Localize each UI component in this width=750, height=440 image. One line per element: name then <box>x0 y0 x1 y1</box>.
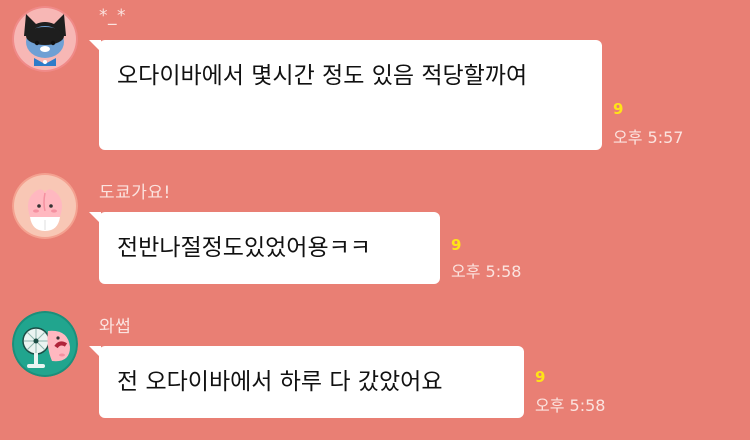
message-text: 오다이바에서 몇시간 정도 있음 적당할까여 <box>117 63 528 89</box>
message-time: 오후 5:58 <box>451 262 522 281</box>
message-bubble[interactable]: 전 오다이바에서 하루 다 갔았어요 <box>89 346 524 418</box>
unread-count: 9 <box>535 368 546 386</box>
chat-message: 도쿄가요! 전반나절정도있었어용ㅋㅋ 9 오후 5:58 <box>0 160 750 290</box>
chat-message: *_* 오다이바에서 몇시간 정도 있음 적당할까여 9 오후 5:57 <box>0 0 750 160</box>
message-time: 오후 5:58 <box>535 396 606 415</box>
message-text: 전 오다이바에서 하루 다 갔았어요 <box>117 369 443 395</box>
unread-count: 9 <box>451 236 462 254</box>
ryan-avatar[interactable] <box>12 6 78 72</box>
chat-message: 와썹 전 오다이바에서 하루 다 갔았어요 9 오후 5:58 <box>0 290 750 440</box>
apeach-avatar[interactable] <box>12 173 78 239</box>
message-text: 전반나절정도있었어용ㅋㅋ <box>117 235 371 261</box>
message-bubble[interactable]: 오다이바에서 몇시간 정도 있음 적당할까여 <box>89 40 602 150</box>
sender-name: *_* <box>99 6 126 26</box>
apeach-fan-avatar[interactable] <box>12 311 78 377</box>
message-time: 오후 5:57 <box>613 128 684 147</box>
bubble-tail <box>89 40 101 52</box>
sender-name: 와썹 <box>99 317 132 337</box>
sender-name: 도쿄가요! <box>99 183 171 203</box>
bubble-tail <box>89 212 101 224</box>
message-bubble[interactable]: 전반나절정도있었어용ㅋㅋ <box>89 212 440 284</box>
bubble-tail <box>89 346 101 358</box>
unread-count: 9 <box>613 100 624 118</box>
